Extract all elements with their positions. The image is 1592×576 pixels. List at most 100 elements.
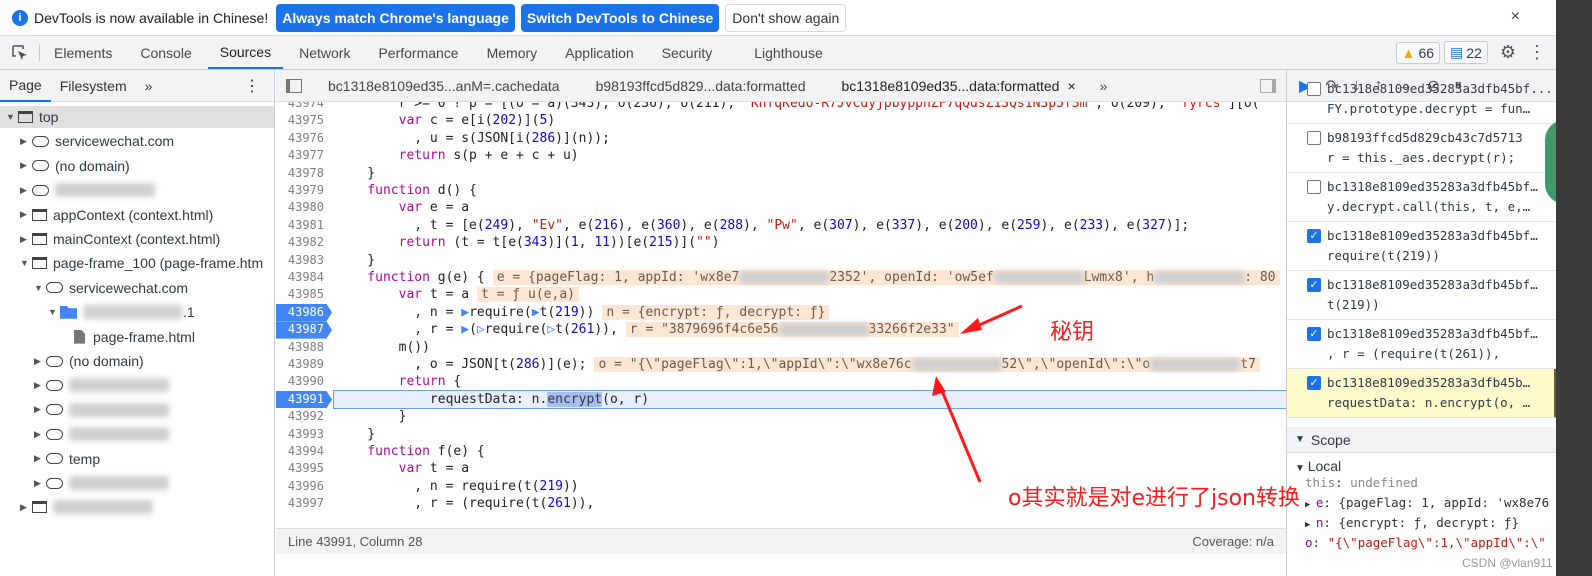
inline-breakpoint-marker[interactable]: ▶	[532, 305, 540, 320]
collapsed-triangle-icon[interactable]: ▶	[34, 478, 46, 489]
line-number[interactable]: 43990	[276, 373, 332, 390]
collapsed-triangle-icon[interactable]: ▶	[20, 136, 32, 147]
code-view[interactable]: 43974 r >= 0 ? p = [(o = a)(343), o(236)…	[276, 102, 1286, 528]
scope-section-header[interactable]: ▼ Scope	[1287, 427, 1556, 453]
collapsed-triangle-icon[interactable]: ▶	[20, 160, 32, 171]
line-number[interactable]: 43975	[276, 112, 332, 129]
file-tab[interactable]: b98193ffcd5d829...data:formatted	[578, 78, 824, 94]
code-line[interactable]: 43981 , t = [e(249), "Ev", e(216), e(360…	[276, 217, 1286, 234]
line-number[interactable]: 43981	[276, 217, 332, 234]
collapsed-triangle-icon[interactable]: ▶	[20, 209, 32, 220]
code-line[interactable]: 43989 , o = JSON[t(286)](e); o = "{\"page…	[276, 356, 1286, 373]
line-number[interactable]: 43992	[276, 408, 332, 425]
scope-variable[interactable]: o: "{\"pageFlag\":1,\"appId\":\"	[1305, 535, 1546, 550]
tab-memory[interactable]: Memory	[475, 36, 550, 69]
line-number[interactable]: 43982	[276, 234, 332, 251]
toggle-debugger-icon[interactable]	[1260, 78, 1276, 93]
breakpoint-item[interactable]: ✓ bc1318e8109ed35283a3dfb45bf… require(t(2…	[1287, 222, 1556, 271]
messages-badge[interactable]: ▤ 22	[1444, 41, 1488, 64]
inline-breakpoint-marker[interactable]: ▶	[461, 322, 469, 337]
toggle-navigator-icon[interactable]	[286, 78, 302, 93]
collapsed-triangle-icon[interactable]: ▶	[34, 404, 46, 415]
line-number[interactable]: 43985	[276, 286, 332, 303]
tree-item[interactable]: ▶	[0, 423, 274, 445]
line-number[interactable]: 43989	[276, 356, 332, 373]
code-line[interactable]: 43986 , n = ▶require(▶t(219)) n = {encryp…	[276, 303, 1286, 322]
scope-variable[interactable]: this: undefined	[1305, 475, 1418, 490]
settings-gear-icon[interactable]: ⚙	[1500, 42, 1516, 63]
line-number[interactable]: 43974	[276, 102, 332, 112]
code-line[interactable]: 43991 requestData: n.encrypt(o, r)	[276, 389, 1286, 410]
collapsed-triangle-icon[interactable]: ▶	[20, 502, 32, 513]
collapsed-triangle-icon[interactable]: ▶	[34, 380, 46, 391]
expanded-triangle-icon[interactable]: ▼	[20, 258, 32, 268]
tab-lighthouse[interactable]: Lighthouse	[742, 36, 835, 69]
line-number[interactable]: 43997	[276, 495, 332, 512]
tree-item[interactable]: ▶ (no domain)	[0, 350, 274, 372]
tree-item[interactable]: ▶	[0, 179, 274, 201]
collapsed-triangle-icon[interactable]: ▶	[34, 356, 46, 367]
code-line[interactable]: 43979 function d() {	[276, 182, 1286, 199]
code-line[interactable]: 43990 return {	[276, 373, 1286, 390]
code-line[interactable]: 43974 r >= 0 ? p = [(o = a)(343), o(236)…	[276, 102, 1286, 112]
line-number[interactable]: 43980	[276, 199, 332, 216]
breakpoint-checkbox[interactable]	[1307, 131, 1321, 145]
code-line[interactable]: 43988 m())	[276, 339, 1286, 356]
code-line[interactable]: 43987 , r = ▶(▷require(▷t(261)), r = "387…	[276, 321, 1286, 339]
local-scope-header[interactable]: ▼ Local	[1295, 458, 1341, 474]
tab-filesystem[interactable]: Filesystem	[51, 78, 136, 94]
tab-page[interactable]: Page	[0, 70, 51, 102]
code-line[interactable]: 43975 var c = e[i(202)](5)	[276, 112, 1286, 129]
line-number[interactable]: 43983	[276, 252, 332, 269]
tree-item[interactable]: ▶	[0, 496, 274, 518]
breakpoint-checkbox[interactable]: ✓	[1307, 376, 1321, 390]
tree-item[interactable]: ▶ mainContext (context.html)	[0, 228, 274, 250]
line-number[interactable]: 43979	[276, 182, 332, 199]
breakpoint-checkbox[interactable]: ✓	[1307, 278, 1321, 292]
tree-item[interactable]: ▼ servicewechat.com	[0, 277, 274, 299]
expanded-triangle-icon[interactable]: ▼	[34, 283, 46, 293]
breakpoint-line-number[interactable]: 43986	[276, 303, 332, 322]
breakpoint-item[interactable]: ✓ bc1318e8109ed35283a3dfb45bf… , r = (requ…	[1287, 320, 1556, 369]
collapsed-triangle-icon[interactable]: ▶	[1305, 500, 1316, 510]
tree-item[interactable]: ▼ page-frame_100 (page-frame.htm	[0, 252, 274, 274]
breakpoint-checkbox[interactable]: ✓	[1307, 327, 1321, 341]
tree-item[interactable]: ▶ temp	[0, 448, 274, 470]
breakpoint-checkbox[interactable]: ✓	[1307, 229, 1321, 243]
tree-item[interactable]: ▼ top	[0, 106, 274, 128]
breakpoint-line-number[interactable]: 43987	[276, 321, 332, 339]
switch-to-chinese-button[interactable]: Switch DevTools to Chinese	[520, 3, 720, 32]
code-line[interactable]: 43976 , u = s(JSON[i(286)](n));	[276, 130, 1286, 147]
file-tab[interactable]: bc1318e8109ed35...anM=.cachedata	[310, 78, 578, 94]
line-number[interactable]: 43978	[276, 165, 332, 182]
scope-variable[interactable]: ▶ n: {encrypt: ƒ, decrypt: ƒ}	[1305, 515, 1519, 530]
expanded-triangle-icon[interactable]: ▼	[48, 307, 60, 317]
collapsed-triangle-icon[interactable]: ▶	[20, 185, 32, 196]
inline-breakpoint-marker[interactable]: ▶	[461, 305, 469, 320]
line-number[interactable]: 43996	[276, 478, 332, 495]
tree-item[interactable]: ▼ .1	[0, 301, 274, 323]
more-tabs-icon[interactable]: »	[136, 78, 162, 94]
inline-breakpoint-marker[interactable]: ▷	[547, 322, 555, 337]
breakpoint-item[interactable]: ✓ bc1318e8109ed35283a3dfb45bf… t(219))	[1287, 271, 1556, 320]
inspect-element-icon[interactable]	[0, 44, 40, 61]
breakpoint-checkbox[interactable]	[1307, 180, 1321, 194]
breakpoint-item[interactable]: bc1318e8109ed35283a3dfb45bf... FY.prototy…	[1287, 75, 1556, 124]
breakpoint-line-number[interactable]: 43991	[276, 390, 332, 409]
code-line[interactable]: 43980 var e = a	[276, 199, 1286, 216]
expanded-triangle-icon[interactable]: ▼	[6, 112, 18, 122]
code-line[interactable]: 43984 function g(e) {e = {pageFlag: 1, a…	[276, 269, 1286, 286]
code-line[interactable]: 43992 }	[276, 408, 1286, 425]
breakpoint-item[interactable]: ✓ bc1318e8109ed35283a3dfb45b… requestData:…	[1287, 369, 1556, 418]
collapsed-triangle-icon[interactable]: ▶	[1305, 520, 1316, 530]
breakpoint-item[interactable]: b98193ffcd5d829cb43c7d5713 r = this._aes.…	[1287, 124, 1556, 173]
tab-network[interactable]: Network	[287, 36, 362, 69]
line-number[interactable]: 43993	[276, 426, 332, 443]
tree-item[interactable]: page-frame.html	[0, 326, 274, 348]
code-line[interactable]: 43978 }	[276, 165, 1286, 182]
collapsed-triangle-icon[interactable]: ▶	[20, 234, 32, 245]
tab-security[interactable]: Security	[650, 36, 725, 69]
tab-console[interactable]: Console	[128, 36, 203, 69]
line-number[interactable]: 43988	[276, 339, 332, 356]
tree-item[interactable]: ▶ (no domain)	[0, 155, 274, 177]
